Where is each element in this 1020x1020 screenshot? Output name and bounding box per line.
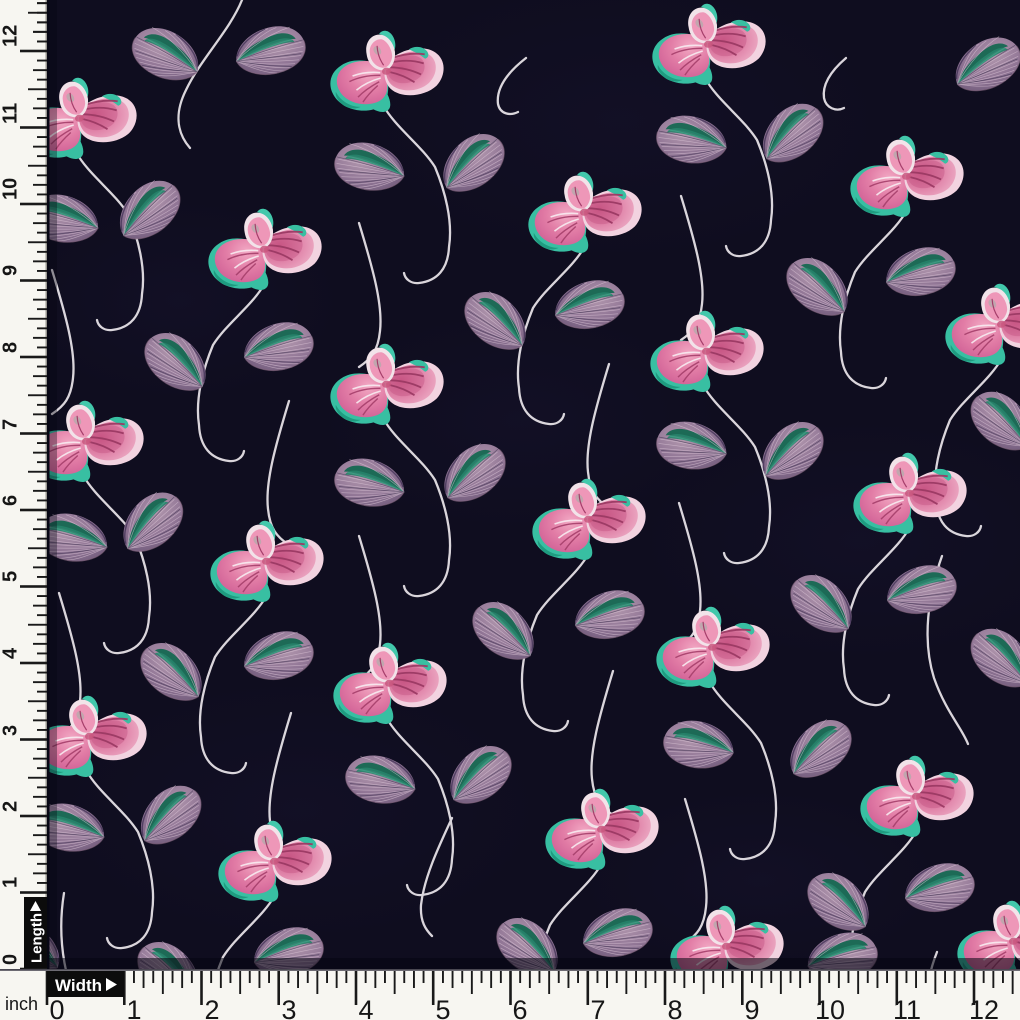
svg-text:1: 1 [0,877,22,888]
svg-text:4: 4 [0,647,22,659]
svg-text:Width: Width [55,976,102,995]
svg-text:3: 3 [0,725,22,736]
svg-text:4: 4 [358,995,373,1020]
svg-text:6: 6 [0,495,22,506]
svg-text:8: 8 [0,342,22,353]
svg-text:2: 2 [0,801,22,812]
svg-text:3: 3 [281,995,296,1020]
svg-text:5: 5 [0,571,22,582]
svg-text:5: 5 [435,995,450,1020]
svg-text:11: 11 [0,103,22,124]
svg-text:8: 8 [667,995,682,1020]
svg-text:2: 2 [204,995,219,1020]
svg-text:12: 12 [0,25,22,47]
svg-text:9: 9 [0,265,22,276]
svg-text:inch: inch [5,994,38,1014]
svg-text:0: 0 [49,995,64,1020]
svg-text:12: 12 [969,995,999,1020]
svg-text:7: 7 [0,419,22,430]
svg-text:10: 10 [0,178,22,200]
svg-text:9: 9 [744,995,759,1020]
svg-text:7: 7 [590,995,605,1020]
svg-text:Length: Length [29,913,46,963]
svg-text:1: 1 [126,995,141,1020]
svg-text:0: 0 [0,954,22,965]
svg-text:11: 11 [893,995,921,1020]
svg-text:10: 10 [815,995,845,1020]
svg-text:6: 6 [512,995,527,1020]
